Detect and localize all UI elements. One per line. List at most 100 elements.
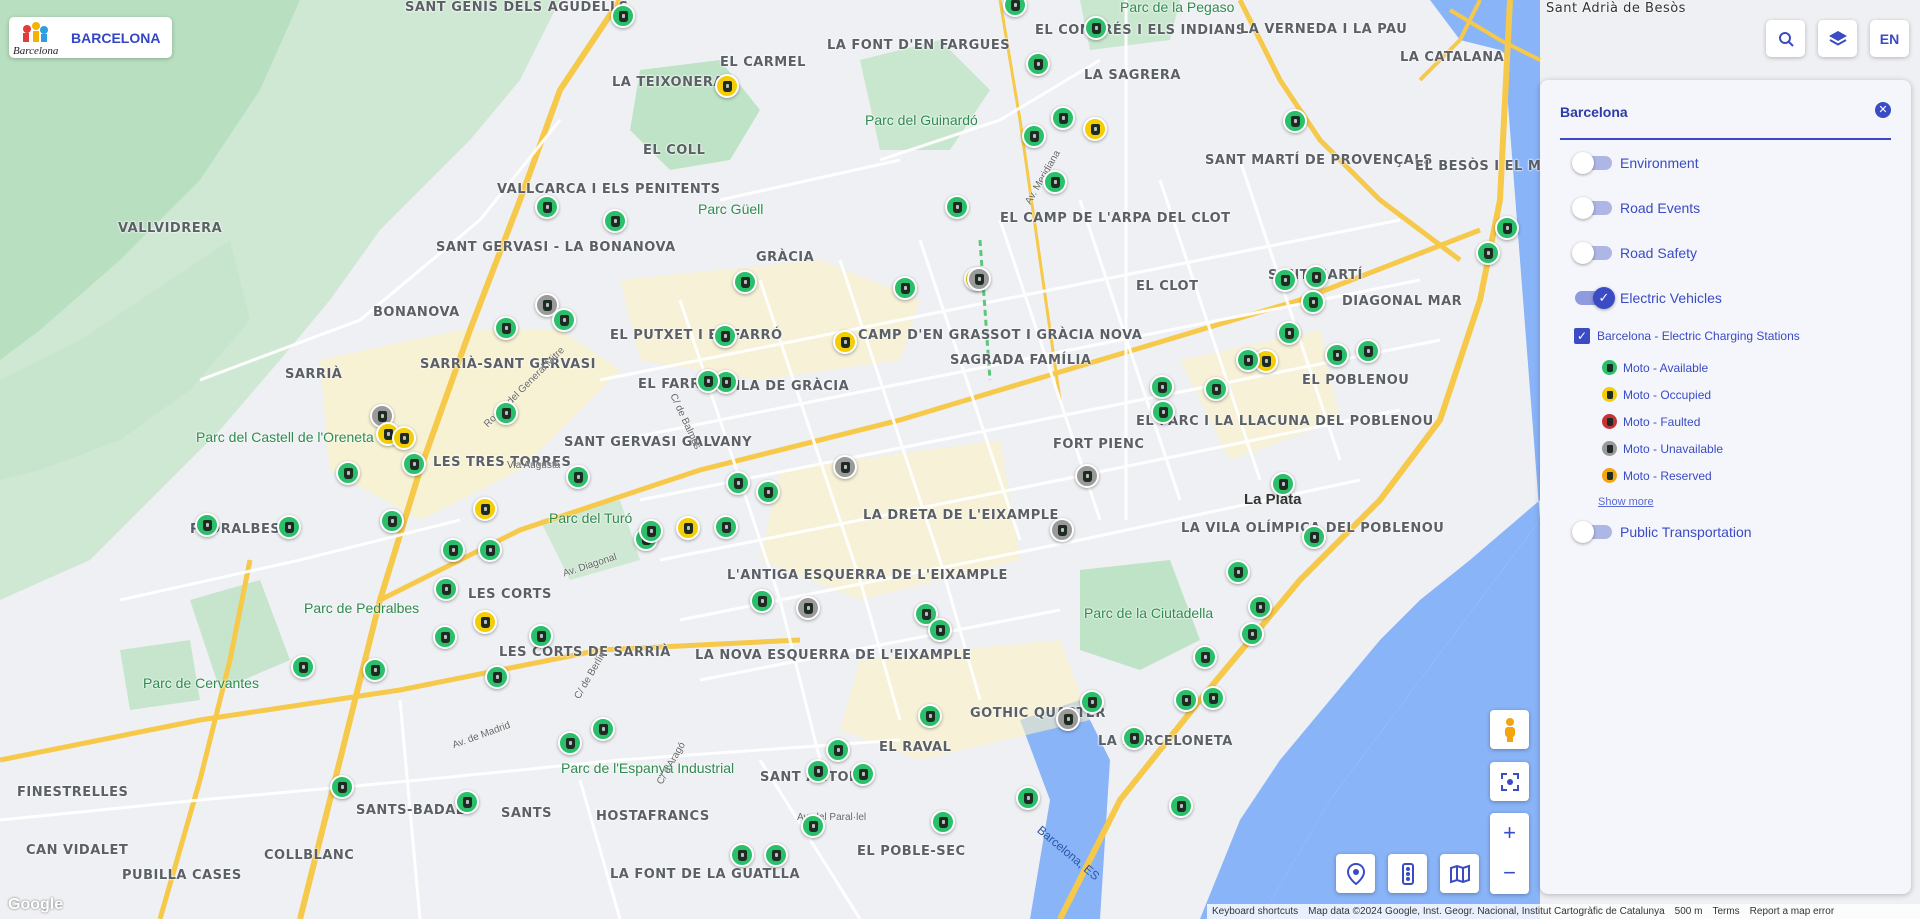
charging-station-marker[interactable] xyxy=(558,731,582,755)
charging-station-marker[interactable] xyxy=(833,455,857,479)
charging-station-marker[interactable] xyxy=(1248,595,1272,619)
search-button[interactable] xyxy=(1766,20,1805,57)
charging-station-marker[interactable] xyxy=(730,843,754,867)
charging-station-marker[interactable] xyxy=(1083,117,1107,141)
charging-station-marker[interactable] xyxy=(893,276,917,300)
street-view-button[interactable] xyxy=(1490,710,1529,749)
zoom-out-button[interactable]: − xyxy=(1490,853,1529,893)
charging-station-marker[interactable] xyxy=(1080,690,1104,714)
charging-station-marker[interactable] xyxy=(676,516,700,540)
charging-station-marker[interactable] xyxy=(195,513,219,537)
charging-station-marker[interactable] xyxy=(1016,786,1040,810)
brand-logo-button[interactable]: Barcelona BARCELONA xyxy=(9,17,172,58)
charging-station-marker[interactable] xyxy=(1240,622,1264,646)
charging-station-marker[interactable] xyxy=(714,515,738,539)
charging-station-marker[interactable] xyxy=(1056,707,1080,731)
layers-button[interactable] xyxy=(1818,20,1857,57)
charging-station-marker[interactable] xyxy=(696,369,720,393)
charging-station-marker[interactable] xyxy=(363,658,387,682)
recenter-button[interactable] xyxy=(1490,762,1529,801)
charging-station-marker[interactable] xyxy=(433,625,457,649)
charging-station-marker[interactable] xyxy=(750,589,774,613)
charging-station-marker[interactable] xyxy=(756,480,780,504)
charging-station-marker[interactable] xyxy=(1201,686,1225,710)
terms-link[interactable]: Terms xyxy=(1712,906,1739,917)
charging-station-marker[interactable] xyxy=(764,843,788,867)
charging-station-marker[interactable] xyxy=(277,515,301,539)
charging-station-marker[interactable] xyxy=(967,267,991,291)
layer-checkbox[interactable]: ✓ xyxy=(1574,328,1590,344)
toggle-switch[interactable] xyxy=(1572,152,1612,174)
charging-station-marker[interactable] xyxy=(402,452,426,476)
report-error-link[interactable]: Report a map error xyxy=(1750,906,1834,917)
charging-station-marker[interactable] xyxy=(851,762,875,786)
location-button[interactable] xyxy=(1336,854,1375,893)
charging-station-marker[interactable] xyxy=(1301,290,1325,314)
charging-station-marker[interactable] xyxy=(806,759,830,783)
charging-station-marker[interactable] xyxy=(1043,170,1067,194)
charging-station-marker[interactable] xyxy=(1356,339,1380,363)
charging-station-marker[interactable] xyxy=(1026,52,1050,76)
charging-station-marker[interactable] xyxy=(1476,241,1500,265)
traffic-button[interactable] xyxy=(1388,854,1427,893)
toggle-switch[interactable]: ✓ xyxy=(1575,287,1615,309)
toggle-public-transportation[interactable]: Public Transportation xyxy=(1572,521,1752,543)
charging-station-marker[interactable] xyxy=(1174,688,1198,712)
charging-station-marker[interactable] xyxy=(1122,726,1146,750)
charging-station-marker[interactable] xyxy=(733,270,757,294)
toggle-switch[interactable] xyxy=(1572,521,1612,543)
charging-station-marker[interactable] xyxy=(478,538,502,562)
charging-station-marker[interactable] xyxy=(1283,109,1307,133)
language-button[interactable]: EN xyxy=(1870,20,1909,57)
charging-station-marker[interactable] xyxy=(918,704,942,728)
close-panel-button[interactable]: ✕ xyxy=(1875,102,1891,118)
scale-label[interactable]: 500 m xyxy=(1675,906,1703,917)
charging-station-marker[interactable] xyxy=(434,577,458,601)
charging-station-marker[interactable] xyxy=(455,790,479,814)
charging-station-marker[interactable] xyxy=(1236,348,1260,372)
charging-station-marker[interactable] xyxy=(330,775,354,799)
toggle-switch[interactable] xyxy=(1572,197,1612,219)
charging-station-marker[interactable] xyxy=(591,717,615,741)
charging-station-marker[interactable] xyxy=(552,308,576,332)
charging-station-marker[interactable] xyxy=(1050,518,1074,542)
zoom-in-button[interactable]: + xyxy=(1490,813,1529,853)
charging-station-marker[interactable] xyxy=(1151,400,1175,424)
charging-station-marker[interactable] xyxy=(796,596,820,620)
charging-station-marker[interactable] xyxy=(336,461,360,485)
charging-station-marker[interactable] xyxy=(473,497,497,521)
toggle-electric-vehicles[interactable]: ✓ Electric Vehicles xyxy=(1575,287,1722,309)
charging-station-marker[interactable] xyxy=(639,519,663,543)
charging-station-marker[interactable] xyxy=(1325,343,1349,367)
charging-station-marker[interactable] xyxy=(1273,268,1297,292)
charging-station-marker[interactable] xyxy=(826,738,850,762)
charging-station-marker[interactable] xyxy=(291,655,315,679)
charging-station-marker[interactable] xyxy=(713,324,737,348)
toggle-switch[interactable] xyxy=(1572,242,1612,264)
charging-station-marker[interactable] xyxy=(494,401,518,425)
charging-station-marker[interactable] xyxy=(833,330,857,354)
charging-station-marker[interactable] xyxy=(1271,472,1295,496)
toggle-road-safety[interactable]: Road Safety xyxy=(1572,242,1697,264)
layer-charging-stations[interactable]: ✓ Barcelona - Electric Charging Stations xyxy=(1574,328,1800,344)
charging-station-marker[interactable] xyxy=(1022,124,1046,148)
charging-station-marker[interactable] xyxy=(1150,375,1174,399)
charging-station-marker[interactable] xyxy=(566,465,590,489)
charging-station-marker[interactable] xyxy=(1304,265,1328,289)
charging-station-marker[interactable] xyxy=(473,610,497,634)
keyboard-shortcuts-link[interactable]: Keyboard shortcuts xyxy=(1212,906,1298,917)
charging-station-marker[interactable] xyxy=(1075,464,1099,488)
charging-station-marker[interactable] xyxy=(441,538,465,562)
charging-station-marker[interactable] xyxy=(1302,525,1326,549)
charging-station-marker[interactable] xyxy=(529,624,553,648)
charging-station-marker[interactable] xyxy=(801,814,825,838)
charging-station-marker[interactable] xyxy=(1193,645,1217,669)
charging-station-marker[interactable] xyxy=(928,618,952,642)
charging-station-marker[interactable] xyxy=(535,195,559,219)
charging-station-marker[interactable] xyxy=(1169,794,1193,818)
charging-station-marker[interactable] xyxy=(715,74,739,98)
show-more-link[interactable]: Show more xyxy=(1598,496,1654,508)
charging-station-marker[interactable] xyxy=(485,665,509,689)
charging-station-marker[interactable] xyxy=(1084,16,1108,40)
toggle-road-events[interactable]: Road Events xyxy=(1572,197,1700,219)
